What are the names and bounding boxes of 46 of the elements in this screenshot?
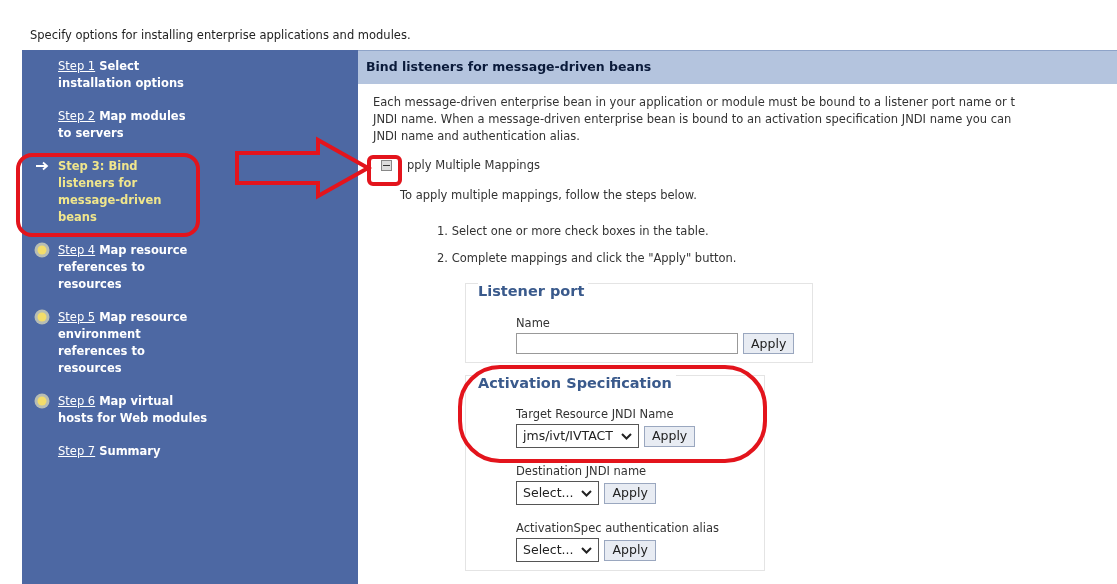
highlight-outline [367,155,402,186]
apply-button[interactable]: Apply [604,539,656,561]
apply-button[interactable]: Apply [604,482,656,504]
step-text: to servers [58,125,124,143]
panel-header: Bind listeners for message-driven beans [358,50,1117,84]
step-link[interactable]: Step 6 [58,394,96,409]
step-link[interactable]: Step 5 [58,310,96,325]
step-text: environment references to resources [58,326,145,378]
step-link[interactable]: Step 1 [58,59,96,74]
step-text: Map resource [98,310,188,325]
step-text: references to resources [58,259,145,294]
caret-icon [620,432,632,440]
list-item: 1. Select one or more check boxes in the table. [437,222,710,240]
apply-button[interactable]: Apply [743,333,795,355]
step-text: Select [98,59,140,74]
step-text: hosts for Web modules [58,410,208,428]
caret-icon [581,546,593,554]
caret-icon [581,489,593,497]
input-field[interactable] [516,333,738,355]
dropdown[interactable]: jms/ivt/IVTACT [516,424,639,448]
apply-button[interactable]: Apply [643,425,696,447]
step-link[interactable]: Step 4 [58,243,96,258]
field-label: Destination JNDI name [516,464,648,478]
arrow-icon [35,161,49,172]
step-text: installation options [58,75,184,93]
collapse-icon[interactable] [381,160,392,172]
step-text: Summary [98,444,161,459]
step-text: Map modules [98,109,186,124]
section-label: pply Multiple Mappings [407,157,540,174]
instruction-text: To apply multiple mappings, follow the steps below. [400,187,698,205]
sun-icon [34,393,50,410]
step-link[interactable]: Step 2 [58,109,96,124]
step-text: Map virtual [98,394,174,409]
description-text: Each message-driven enterprise bean in your application or module must be bound to a listener port name or t JNDI name. When a message-driven enterprise bean is bound to an activation specification JNDI name you can JNDI name and authentication alias. [373,94,1016,145]
sun-icon [34,242,50,259]
field-label: Name [516,316,551,331]
step-text: Map resource [98,243,188,258]
step-link[interactable]: Step 7 [58,444,96,459]
list-item: 2. Complete mappings and click the "Apply" button. [437,249,738,267]
intro-text: Specify options for installing enterprise applications and modules. [29,27,412,44]
current-step: Step 3: Bind listeners for message-driven beans [58,159,162,225]
sun-icon [34,309,50,326]
dropdown[interactable]: Select... [516,538,600,562]
field-label: Target Resource JNDI Name [516,407,675,421]
field-label: ActivationSpec authentication alias [516,521,720,535]
dropdown[interactable]: Select... [516,481,600,505]
